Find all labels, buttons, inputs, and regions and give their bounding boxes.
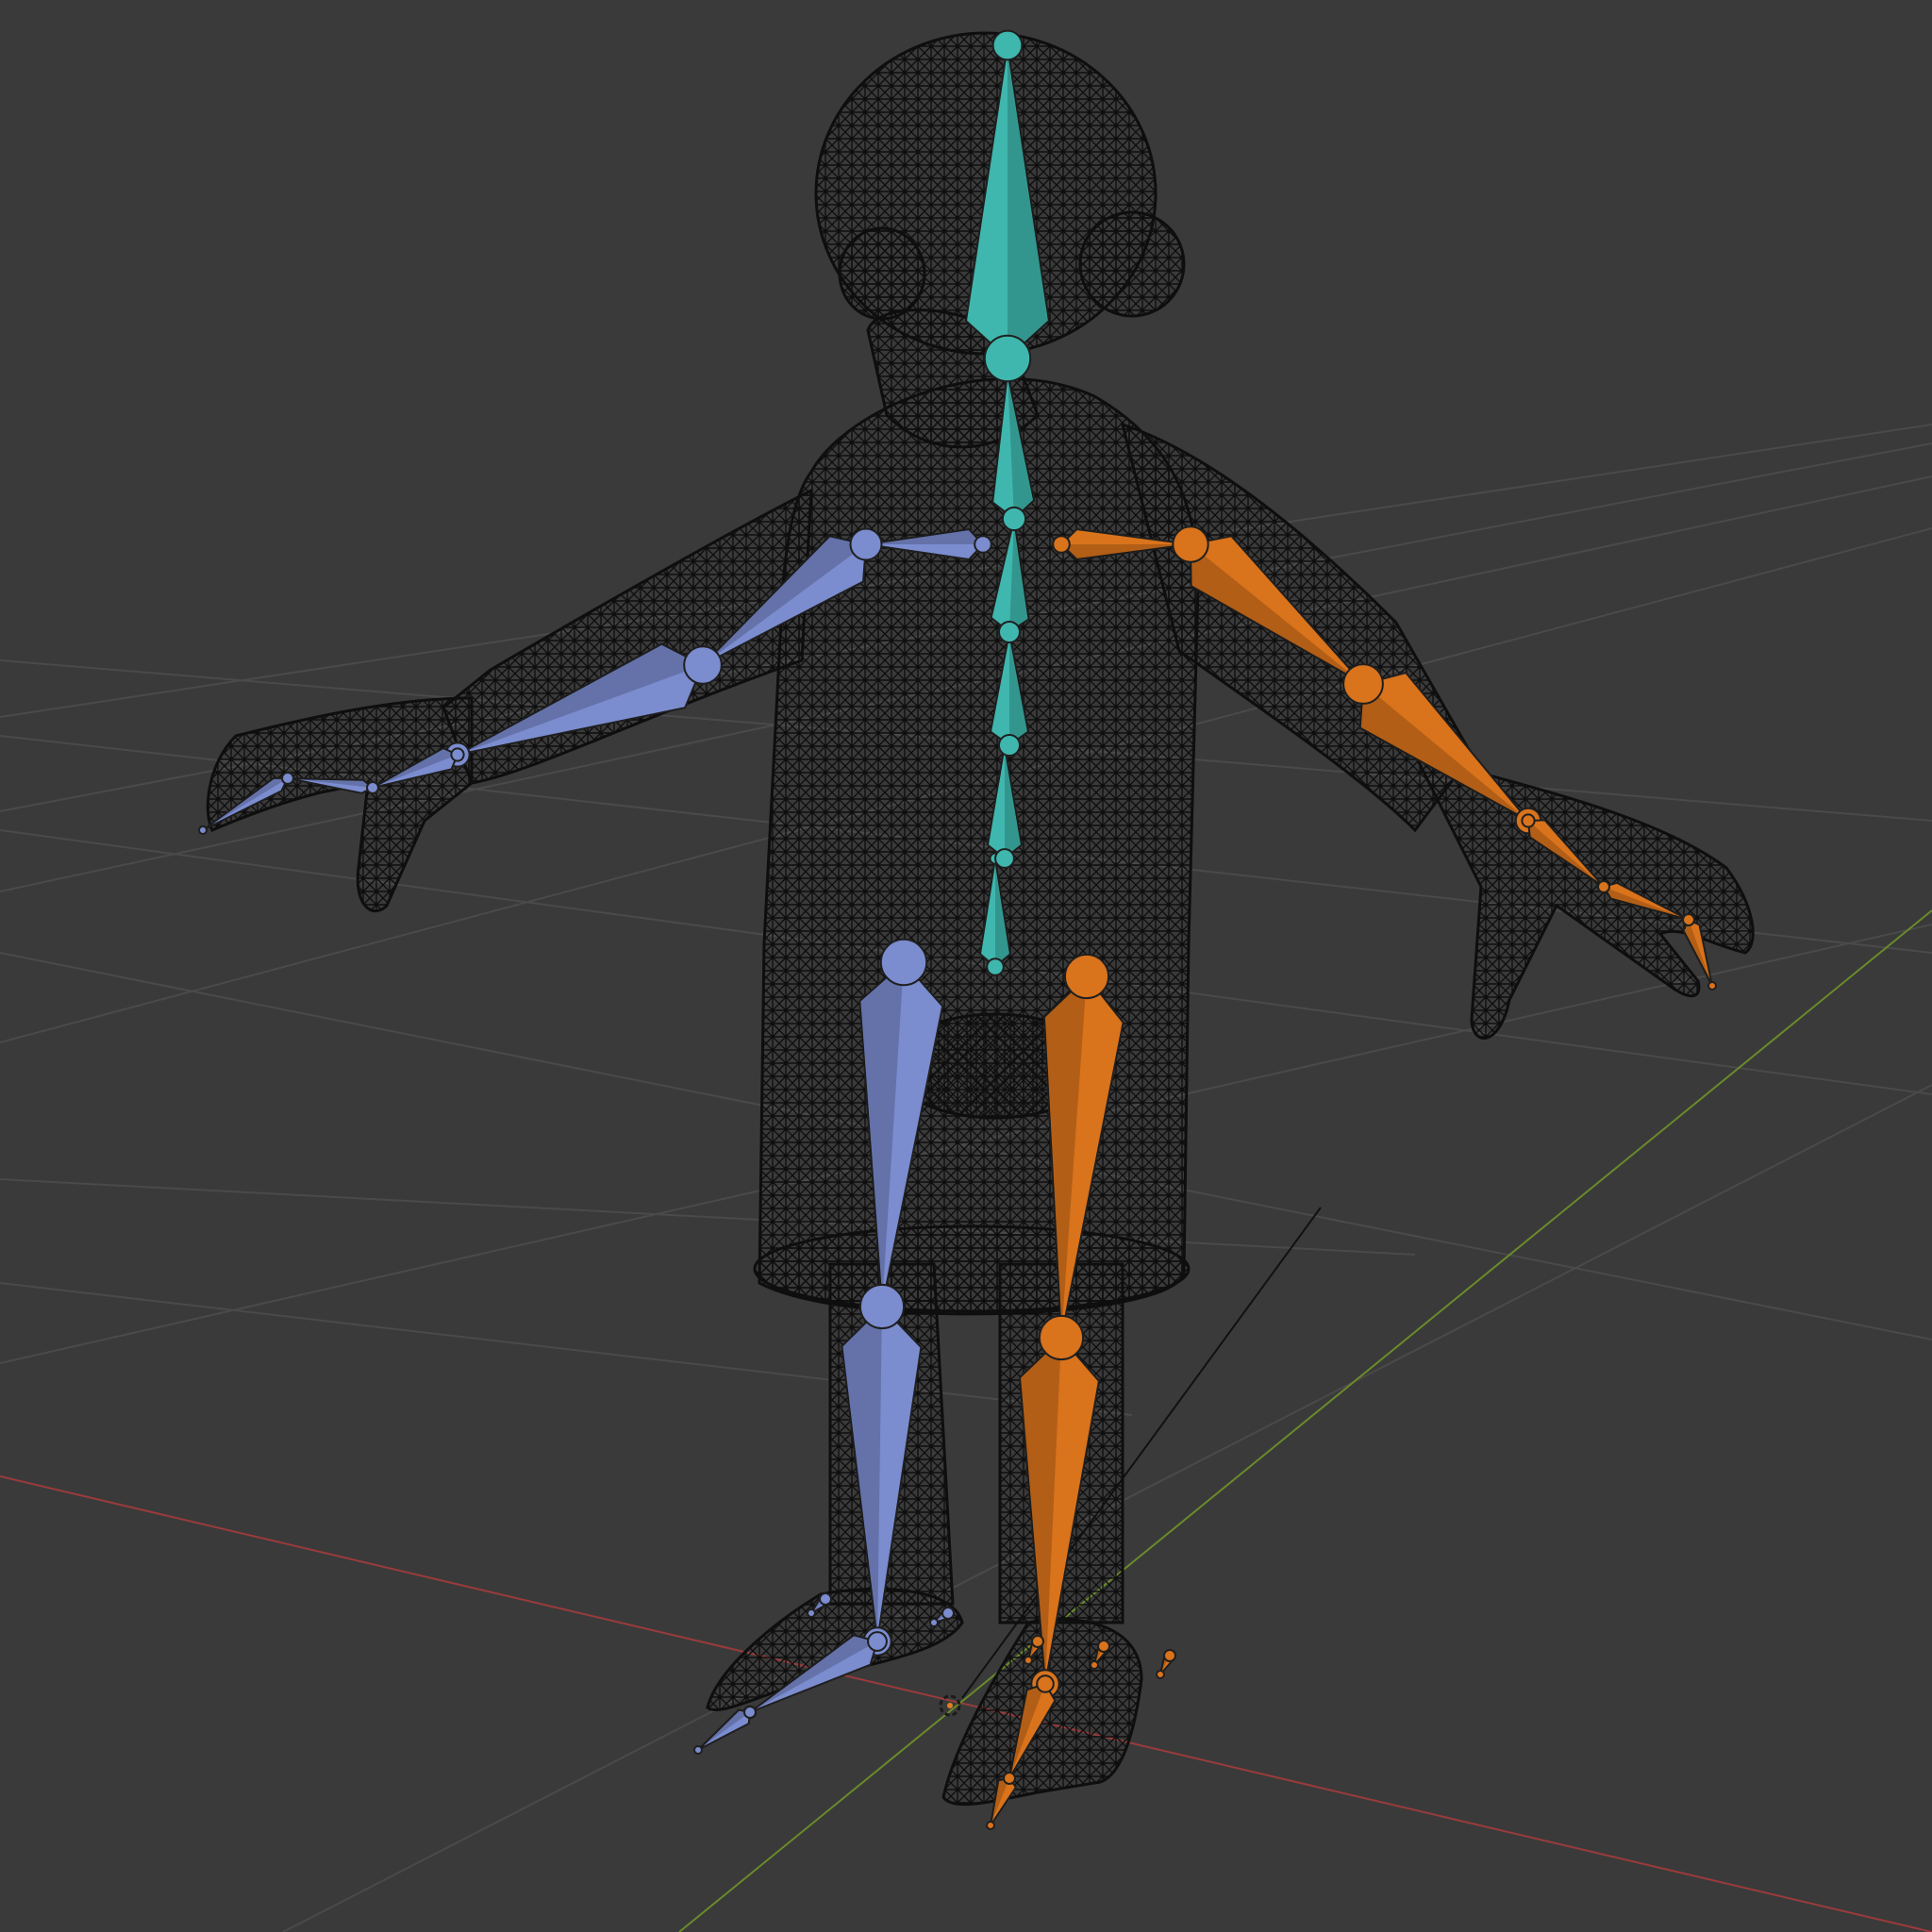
bone-foot-left-head-joint[interactable] [867,1631,888,1652]
bone-shoulder-right-head-joint[interactable] [1052,535,1071,554]
bone-heel-left-a-head-joint[interactable] [819,1592,832,1606]
bone-heel-left-a-tail-joint[interactable] [807,1608,816,1618]
bone-thigh-right-head-joint[interactable] [1063,953,1110,1000]
mesh-torso [758,377,1200,1316]
bone-hand-right-head-joint[interactable] [1521,813,1536,828]
bone-finger-left-1-head-joint[interactable] [366,781,379,794]
bone-heel-right-c[interactable] [1156,1649,1176,1679]
bone-forearm-left-head-joint[interactable] [683,645,723,685]
bone-toe-left[interactable] [693,1706,757,1755]
grid-line [0,1178,1416,1256]
mesh-right-ear [1078,210,1186,318]
bone-spine-1-head-joint[interactable] [986,958,1005,976]
bone-hand-left-head-joint[interactable] [450,747,465,762]
bone-forearm-right-head-joint[interactable] [1342,663,1384,705]
bone-head-head-joint[interactable] [983,334,1032,383]
bone-foot-right-head-joint[interactable] [1036,1674,1055,1693]
bone-finger-left-2-head-joint[interactable] [281,772,294,785]
bone-toe-right-tail-joint[interactable] [986,1821,995,1830]
bone-upperarm-right-head-joint[interactable] [1172,525,1209,563]
bone-heel-left-b-tail-joint[interactable] [929,1618,939,1627]
bone-finger-left-2-tail-joint[interactable] [198,825,208,835]
bone-heel-left-b-head-joint[interactable] [941,1607,955,1620]
viewport-canvas[interactable] [0,0,1932,1932]
bone-shin-left-head-joint[interactable] [858,1283,906,1330]
mesh-right-hand [1412,752,1755,1040]
bone-shin-right-head-joint[interactable] [1038,1314,1085,1361]
mesh-left-ear [838,226,926,321]
bone-toe-left-tail-joint[interactable] [693,1745,703,1755]
bone-toe-left-shade [698,1709,750,1750]
bone-upperarm-left-head-joint[interactable] [849,527,883,561]
bone-shoulder-left-head-joint[interactable] [974,535,992,554]
bone-toe-left-head-joint[interactable] [743,1706,757,1719]
bone-spine-4-head-joint[interactable] [998,621,1021,643]
bone-thigh-left-head-joint[interactable] [879,938,928,987]
bone-finger-right-2-tail-joint[interactable] [1707,981,1717,991]
bone-toe-right-head-joint[interactable] [1003,1772,1016,1785]
bone-heel-right-b-tail-joint[interactable] [1090,1660,1099,1670]
bone-heel-right-a-head-joint[interactable] [1031,1635,1044,1648]
bone-heel-right-c-head-joint[interactable] [1163,1649,1176,1662]
bone-finger-right-1-head-joint[interactable] [1597,880,1610,893]
bone-finger-right-2-head-joint[interactable] [1682,913,1695,926]
bone-spine-3-head-joint[interactable] [998,734,1021,757]
3d-cursor-center [947,1703,953,1708]
bone-neck-head-joint[interactable] [1001,506,1027,532]
3d-viewport[interactable] [0,0,1932,1932]
x-axis-line [0,1475,1932,1932]
bone-head-tail-joint[interactable] [991,29,1024,61]
bone-spine-2-head-joint[interactable] [994,848,1015,869]
bone-heel-right-a-tail-joint[interactable] [1024,1656,1033,1665]
bone-heel-right-c-tail-joint[interactable] [1156,1670,1165,1679]
bone-heel-right-b-head-joint[interactable] [1097,1640,1110,1653]
